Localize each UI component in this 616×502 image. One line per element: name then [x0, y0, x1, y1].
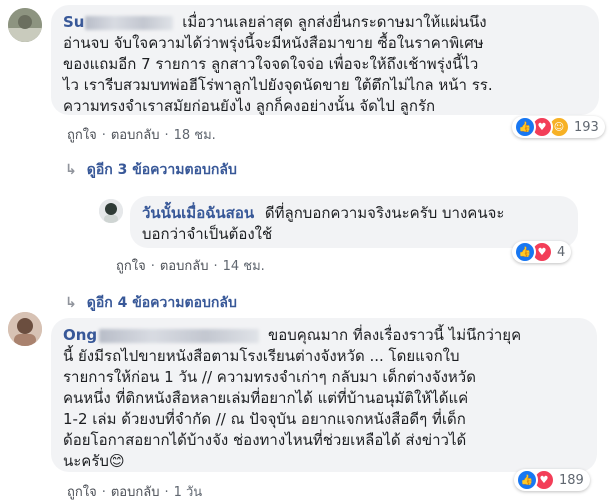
blurred-name — [99, 328, 260, 343]
avatar-image — [8, 8, 42, 42]
comment-actions: ถูกใจ · ตอบกลับ · 18 ชม. — [67, 128, 216, 143]
timestamp[interactable]: 18 ชม. — [174, 128, 216, 143]
reaction-count: 189 — [559, 472, 584, 488]
comment-text-line: ขอบคุณมาก ที่ลงเรื่องราวนี้ ไม่นึกว่ายุค — [267, 326, 522, 344]
reaction-summary[interactable]: 👍 ♥ 189 — [514, 469, 590, 491]
reply-button[interactable]: ตอบกลับ — [160, 259, 209, 274]
comment-text-line: ไว เรารีบสวมบทพ่อฮีโร่พาลูกไปยังจุดนัดขา… — [63, 76, 493, 94]
reply-author[interactable]: วันนั้นเมื่อฉันสอน — [142, 204, 254, 222]
reply-text-line: บอกว่าจำเป็นต้องใช้ — [142, 225, 273, 243]
comment-text-line: ความทรงจำเราสมัยก่อนยังไง ลูกก็คงอย่างนั… — [63, 97, 436, 115]
comment-text-line: ของแถมอีก 7 รายการ ลูกสาวใจจดใจจ่อ เพื่อ… — [63, 55, 479, 73]
like-button[interactable]: ถูกใจ — [67, 128, 97, 143]
reply-bubble: วันนั้นเมื่อฉันสอน ดีที่ลูกบอกความจริงนะ… — [130, 196, 578, 248]
view-more-replies-label: ดูอีก 4 ข้อความตอบกลับ — [86, 295, 237, 311]
reaction-count: 4 — [557, 244, 566, 260]
comment-author[interactable]: Su — [63, 13, 84, 31]
like-button[interactable]: ถูกใจ — [67, 485, 97, 500]
reply-button[interactable]: ตอบกลับ — [111, 128, 160, 143]
avatar-image — [99, 199, 123, 223]
reaction-summary[interactable]: 👍 ♥ 4 — [512, 241, 572, 263]
reply-actions: ถูกใจ · ตอบกลับ · 14 ชม. — [116, 259, 265, 274]
view-more-replies-label: ดูอีก 3 ข้อความตอบกลับ — [86, 162, 237, 178]
blurred-name — [85, 15, 174, 30]
reply-text-line: ดีที่ลูกบอกความจริงนะครับ บางคนจะ — [264, 204, 505, 222]
like-icon: 👍 — [516, 469, 538, 491]
comment-bubble: Su เมื่อวานเลยล่าสุด ลูกส่งยื่นกระดาษมาใ… — [51, 5, 599, 115]
reply-arrow-icon: ↳ — [65, 295, 77, 311]
comment-text-line: นะครับ — [63, 452, 109, 470]
timestamp[interactable]: 1 วัน — [174, 485, 203, 500]
comment-actions: ถูกใจ · ตอบกลับ · 1 วัน — [67, 485, 203, 500]
comment-text-line: ด้อยโอกาสอยากได้บ้างจัง ช่องทางไหนที่ช่ว… — [63, 431, 467, 449]
comment-first-line: Ong ขอบคุณมาก ที่ลงเรื่องราวนี้ ไม่นึกว่… — [63, 325, 585, 346]
avatar-image — [8, 312, 42, 346]
like-icon: 👍 — [514, 241, 536, 263]
like-button[interactable]: ถูกใจ — [116, 259, 146, 274]
comment-text-line: รายการให้ก่อน 1 วัน // ความทรงจำเก่าๆ กล… — [63, 368, 476, 386]
comment-text-line: 1-2 เล่ม ด้วยงบที่จำกัด // ณ ปัจจุบัน อย… — [63, 410, 466, 428]
reply-arrow-icon: ↳ — [65, 162, 77, 178]
like-icon: 👍 — [514, 116, 536, 138]
avatar[interactable] — [8, 312, 42, 346]
view-more-replies[interactable]: ↳ ดูอีก 3 ข้อความตอบกลับ — [65, 159, 237, 181]
comment-text-line: เมื่อวานเลยล่าสุด ลูกส่งยื่นกระดาษมาให้แ… — [182, 13, 487, 31]
comment-text-line: อ่านจบ จับใจความได้ว่าพรุ่งนี้จะมีหนังสื… — [63, 34, 484, 52]
reaction-count: 193 — [574, 119, 599, 135]
comment-last-line: นะครับ😊 — [63, 451, 585, 472]
comment-bubble: Ong ขอบคุณมาก ที่ลงเรื่องราวนี้ ไม่นึกว่… — [51, 318, 597, 472]
reply-first-line: วันนั้นเมื่อฉันสอน ดีที่ลูกบอกความจริงนะ… — [142, 203, 566, 224]
smile-emoji-icon: 😊 — [108, 452, 125, 470]
reaction-summary[interactable]: 👍 ♥ ☺ 193 — [512, 116, 605, 138]
comment-first-line: Su เมื่อวานเลยล่าสุด ลูกส่งยื่นกระดาษมาใ… — [63, 12, 587, 33]
view-more-replies[interactable]: ↳ ดูอีก 4 ข้อความตอบกลับ — [65, 292, 237, 314]
reply-button[interactable]: ตอบกลับ — [111, 485, 160, 500]
comment-author[interactable]: Ong — [63, 326, 97, 344]
comment-text-line: คนหนึ่ง ที่ติกหนังสือหลายเล่มที่อยากได้ … — [63, 389, 469, 407]
comment-text-line: นี้ ยังมีรถไปขายหนังสือตามโรงเรียนต่างจั… — [63, 347, 460, 365]
timestamp[interactable]: 14 ชม. — [223, 259, 265, 274]
avatar[interactable] — [99, 199, 123, 223]
avatar[interactable] — [8, 8, 42, 42]
